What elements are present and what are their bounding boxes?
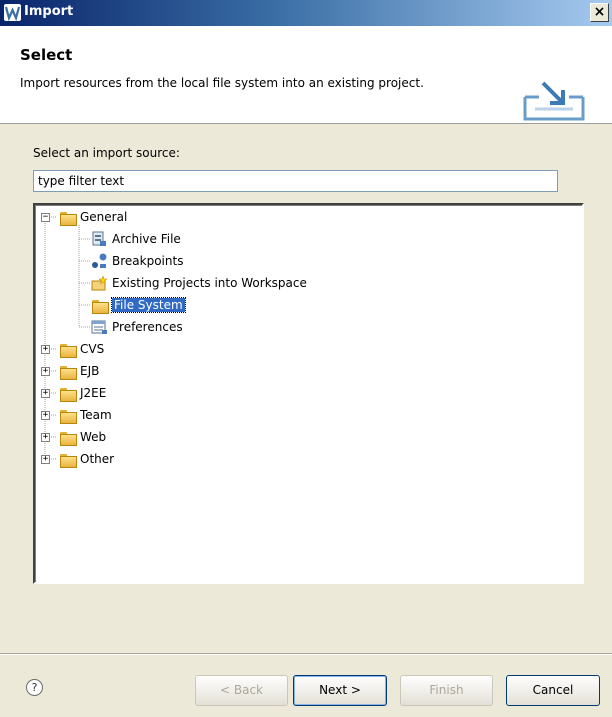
tree-node-file-system[interactable]: File System [91,295,186,315]
tree-node-j2ee[interactable]: J2EE [59,383,106,403]
close-button[interactable]: × [590,3,609,22]
tree-node-label: J2EE [80,386,107,400]
folder-icon [59,385,77,402]
folder-icon [59,363,77,380]
tree-node-label: Preferences [112,320,183,334]
expand-icon[interactable]: + [41,345,50,354]
tree-node-label: Existing Projects into Workspace [112,276,307,290]
tree-node-other[interactable]: Other [59,449,114,469]
import-banner-icon [523,81,585,121]
tree-node-team[interactable]: Team [59,405,112,425]
tree-node-label: Web [80,430,107,444]
expand-icon[interactable]: + [41,433,50,442]
back-button[interactable]: < Back [195,675,288,706]
expand-icon[interactable]: + [41,455,50,464]
tree-node-label: CVS [80,342,105,356]
tree-node-label: Team [80,408,112,422]
folder-icon [59,451,77,468]
tree-node-label: EJB [80,364,100,378]
expand-icon[interactable]: + [41,367,50,376]
next-button[interactable]: Next > [293,675,387,706]
tree-node-breakpoints[interactable]: Breakpoints [91,251,183,271]
breakpoints-icon [91,253,108,269]
page-title: Select [20,46,73,64]
tree-node-label: Breakpoints [112,254,184,268]
tree-node-label: Archive File [112,232,181,246]
app-logo-icon [4,4,21,22]
tree-node-preferences[interactable]: Preferences [91,317,183,337]
folder-icon [91,297,109,314]
collapse-icon[interactable]: − [41,213,50,222]
tree-node-label: File System [111,297,186,313]
tree-node-cvs[interactable]: CVS [59,339,104,359]
archive-file-icon [91,231,108,247]
tree-node-label: Other [80,452,115,466]
folder-icon [59,341,77,358]
tree-node-ejb[interactable]: EJB [59,361,99,381]
window-title: Import [24,4,74,19]
filter-input[interactable] [33,170,558,192]
finish-button[interactable]: Finish [400,675,493,706]
title-bar[interactable]: Import × [0,0,612,26]
cancel-button[interactable]: Cancel [506,675,600,706]
folder-icon [59,209,77,226]
tree-node-web[interactable]: Web [59,427,106,447]
wizard-header: Select Import resources from the local f… [0,26,612,124]
expand-icon[interactable]: + [41,411,50,420]
help-icon[interactable]: ? [26,679,43,696]
import-source-label: Select an import source: [33,146,180,160]
folder-icon [59,429,77,446]
expand-icon[interactable]: + [41,389,50,398]
tree-node-label: General [80,210,128,224]
tree-node-general[interactable]: General [59,207,127,227]
import-dialog: Import × Select Import resources from th… [0,0,612,717]
page-description: Import resources from the local file sys… [20,76,424,90]
import-source-tree[interactable]: − General Archive File Breakpoints Exist… [33,203,584,584]
tree-node-existing-projects[interactable]: Existing Projects into Workspace [91,273,307,293]
project-icon [91,275,108,291]
tree-node-archive-file[interactable]: Archive File [91,229,181,249]
folder-icon [59,407,77,424]
footer-divider [0,653,612,655]
preferences-icon [91,319,108,335]
